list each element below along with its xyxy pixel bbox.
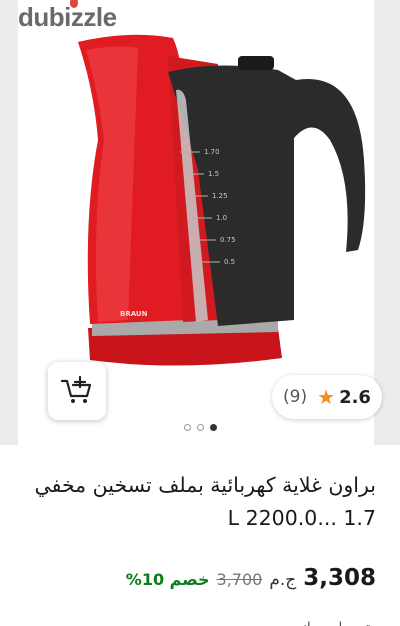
star-icon: ★ <box>317 385 336 409</box>
rating-count: (9) <box>283 387 308 407</box>
gauge-mark: 0.75 <box>220 236 236 244</box>
current-price: 3,308 <box>303 565 376 591</box>
rating-value: 2.6 <box>339 386 371 408</box>
product-details[interactable]: براون غلاية كهربائية بملف تسخين مخفي 1.7… <box>0 445 400 626</box>
braun-logo: BRAUN <box>120 310 148 318</box>
gauge-mark: 1.0 <box>216 214 227 222</box>
price-row: 3,308 ج.م 3,700 خصم 10% <box>126 565 376 591</box>
add-to-cart-icon <box>60 376 92 403</box>
carousel-dot[interactable] <box>196 424 204 431</box>
gauge-mark: 1.5 <box>208 170 219 178</box>
product-image-card[interactable]: dubizzle 1.70 1.5 1.25 1.0 0.75 0.5 BRAU… <box>18 0 382 445</box>
currency-label: ج.م <box>269 570 297 590</box>
gauge-mark: 1.70 <box>204 148 220 156</box>
carousel-dot[interactable] <box>183 424 191 431</box>
add-to-cart-button[interactable] <box>48 362 106 420</box>
electric-kettle-image: 1.70 1.5 1.25 1.0 0.75 0.5 BRAUN <box>78 34 366 366</box>
carousel-indicator <box>0 424 400 431</box>
delivery-info-partial: توصيل مجاني <box>291 618 370 626</box>
rating-badge: (9) ★ 2.6 <box>272 375 382 419</box>
gauge-mark: 1.25 <box>212 192 228 200</box>
original-price: 3,700 <box>216 570 263 589</box>
product-title[interactable]: براون غلاية كهربائية بملف تسخين مخفي 1.7… <box>16 469 376 535</box>
carousel-dot-active[interactable] <box>209 424 217 431</box>
discount-badge: خصم 10% <box>125 570 210 589</box>
gauge-mark: 0.5 <box>224 258 235 266</box>
